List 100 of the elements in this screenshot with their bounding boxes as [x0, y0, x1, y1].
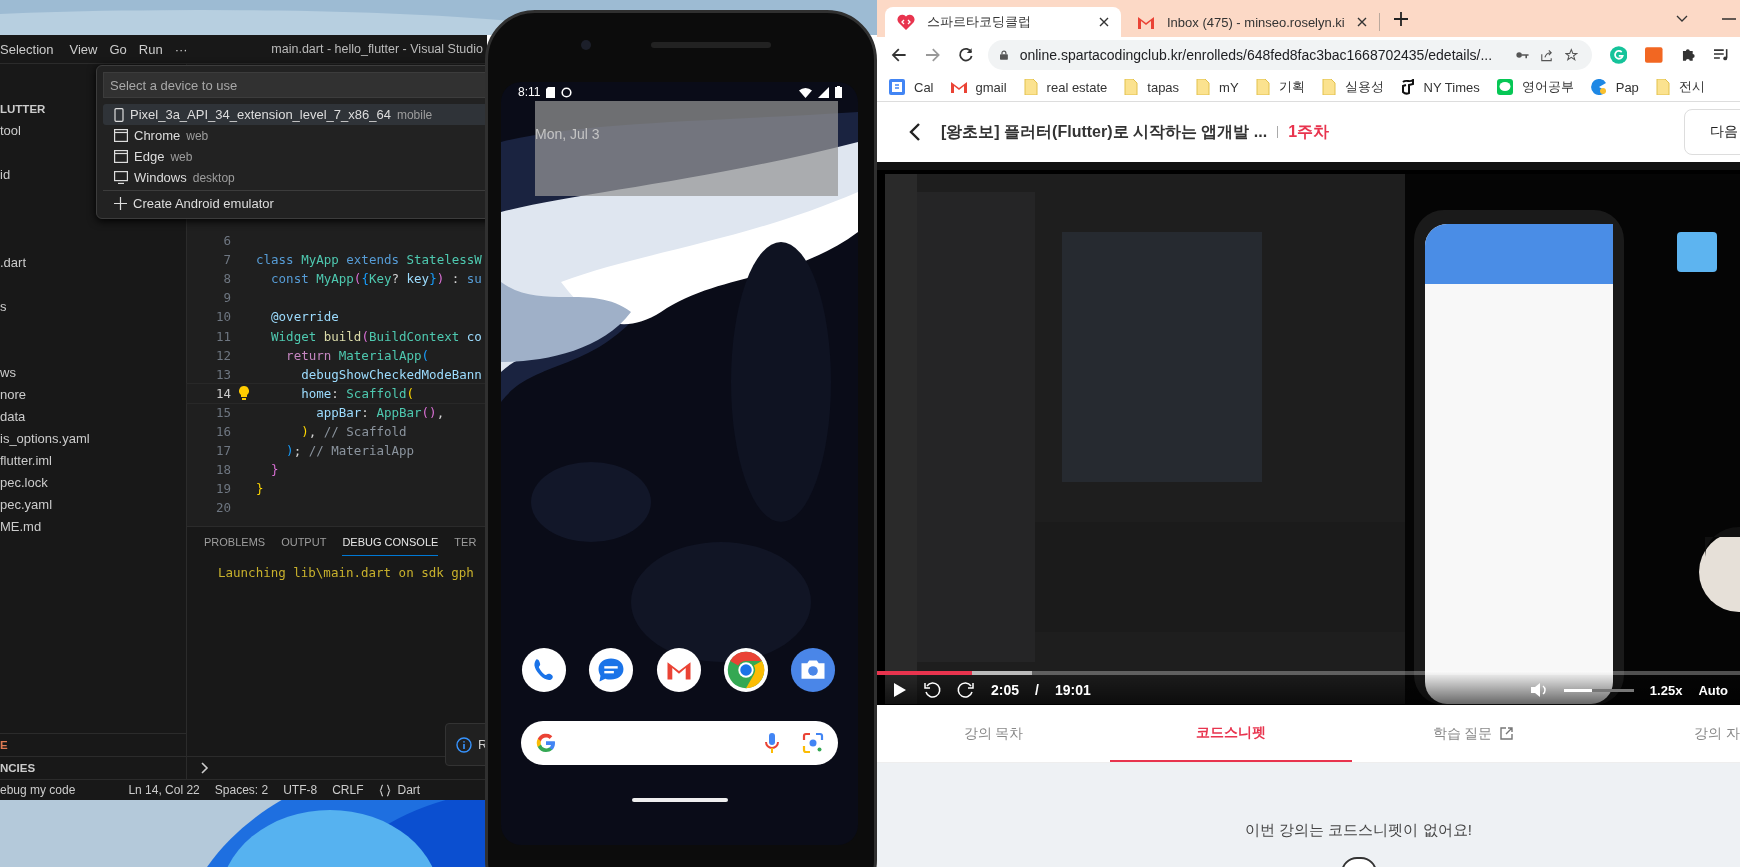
lecture-tab[interactable]: 강의 목차	[877, 705, 1110, 762]
phone-app-icon[interactable]	[521, 647, 567, 693]
bookmark[interactable]: tapas	[1124, 79, 1180, 95]
folder-header[interactable]: LUTTER	[0, 103, 46, 115]
device-option[interactable]: Pixel_3a_API_34_extension_level_7_x86_64 mobile	[103, 104, 487, 125]
close-icon[interactable]	[1099, 17, 1109, 27]
play-icon[interactable]	[893, 682, 907, 698]
back-chevron-icon[interactable]	[909, 122, 921, 142]
browser-tab[interactable]: Inbox (475) - minseo.roselyn.ki	[1125, 13, 1380, 31]
status-item[interactable]: ebug my code	[0, 783, 76, 797]
chevron-down-icon[interactable]	[1676, 14, 1688, 23]
camera-app-icon[interactable]	[790, 647, 836, 693]
bookmark[interactable]: 전시	[1655, 78, 1705, 96]
folder-icon	[1196, 79, 1211, 95]
panel-tab[interactable]: PROBLEMS	[204, 536, 266, 555]
status-item[interactable]: CRLF	[332, 783, 364, 797]
forward-icon[interactable]	[957, 681, 975, 699]
device-option[interactable]: Edge web	[103, 146, 487, 167]
menu-item[interactable]: Selection	[0, 41, 64, 57]
chat-icon	[1496, 79, 1513, 95]
window-title: main.dart - hello_flutter - Visual Studio	[271, 42, 484, 56]
panel-tab[interactable]: TER	[454, 536, 477, 555]
bookmark[interactable]: NY Times	[1400, 79, 1480, 95]
line-number: 15	[214, 404, 231, 420]
language-mode[interactable]: Dart	[397, 783, 421, 797]
device-option[interactable]: Create Android emulator	[103, 193, 487, 214]
status-item[interactable]: Ln 14, Col 22	[128, 783, 200, 797]
share-icon[interactable]	[1540, 47, 1554, 63]
menu-item[interactable]: Go	[103, 41, 133, 57]
phone-icon	[114, 107, 124, 122]
device-search-field[interactable]: Select a device to use	[103, 72, 487, 98]
new-tab-icon[interactable]	[1393, 11, 1408, 26]
star-icon[interactable]	[1565, 47, 1578, 63]
file-item[interactable]: pec.lock	[0, 475, 48, 490]
browser-icon	[114, 150, 128, 163]
menu-item[interactable]: ···	[168, 41, 194, 57]
next-button[interactable]: 다음	[1684, 109, 1740, 155]
lens-icon[interactable]	[802, 732, 824, 754]
lock-icon	[999, 49, 1008, 61]
key-icon[interactable]	[1516, 50, 1529, 60]
file-item[interactable]: s	[0, 299, 7, 314]
messages-app-icon[interactable]	[588, 647, 635, 693]
speed-button[interactable]: 1.25x	[1649, 682, 1683, 698]
minimize-icon[interactable]	[1722, 17, 1736, 20]
search-bar[interactable]	[521, 721, 838, 765]
mail-app-icon[interactable]	[655, 647, 702, 693]
line-number: 11	[214, 328, 231, 344]
bookmark[interactable]: real estate	[1023, 79, 1108, 95]
bookmark[interactable]: 기획	[1255, 78, 1305, 96]
section-header[interactable]: E	[0, 739, 8, 751]
file-item[interactable]: ME.md	[0, 519, 42, 534]
bookmark[interactable]: Pap	[1590, 79, 1639, 95]
lecture-tab[interactable]: 학습 질문	[1352, 705, 1594, 762]
bookmark[interactable]: 영어공부	[1496, 78, 1574, 96]
file-item[interactable]: ws	[0, 365, 16, 380]
file-item[interactable]: nore	[0, 387, 27, 402]
back-icon[interactable]	[891, 47, 907, 63]
bookmark[interactable]: gmail	[950, 79, 1007, 95]
panel-tab[interactable]: OUTPUT	[281, 536, 327, 555]
browser-app-icon[interactable]	[722, 647, 769, 693]
puzzle-icon[interactable]	[1680, 47, 1697, 63]
prompt-icon	[201, 762, 209, 774]
lecture-tab[interactable]: 강의 자	[1594, 705, 1740, 762]
lightbulb-icon[interactable]	[238, 386, 249, 401]
mail-icon	[1137, 15, 1155, 29]
section-header[interactable]: NCIES	[0, 762, 36, 774]
video-progress-track[interactable]	[877, 671, 1740, 675]
bookmark[interactable]: Cal	[889, 79, 934, 95]
status-item[interactable]: Spaces: 2	[214, 783, 269, 797]
browser-tab[interactable]: 스파르타코딩클럽	[885, 7, 1121, 37]
reload-icon[interactable]	[958, 47, 974, 63]
rewind-icon[interactable]	[923, 681, 941, 699]
file-item[interactable]: tool	[0, 123, 21, 138]
menu-item[interactable]: View	[63, 41, 104, 57]
microphone-icon[interactable]	[764, 732, 780, 754]
circle-icon	[561, 86, 573, 98]
file-item[interactable]: flutter.iml	[0, 453, 52, 468]
device-option[interactable]: Windows desktop	[103, 167, 487, 188]
volume-icon[interactable]	[1529, 682, 1548, 698]
week-label: 1주차	[1288, 121, 1330, 142]
code-line: ); // MaterialApp	[285, 443, 415, 459]
close-icon[interactable]	[1356, 17, 1367, 27]
file-item[interactable]: id	[0, 167, 11, 182]
bookmark[interactable]: mY	[1196, 79, 1239, 95]
menu-item[interactable]: Run	[132, 41, 169, 57]
status-item[interactable]: UTF-8	[283, 783, 318, 797]
device-option[interactable]: Chrome web	[103, 125, 487, 146]
file-item[interactable]: data	[0, 409, 26, 424]
file-item[interactable]: is_options.yaml	[0, 431, 90, 446]
code-line: debugShowCheckedModeBann	[300, 366, 482, 382]
volume-slider[interactable]	[1563, 688, 1634, 692]
quality-button[interactable]: Auto	[1698, 682, 1728, 698]
code-line: Widget build(BuildContext co	[270, 328, 482, 344]
panel-tab[interactable]: DEBUG CONSOLE	[342, 536, 439, 556]
line-number: 10	[214, 309, 231, 325]
bookmark[interactable]: 실용성	[1321, 78, 1384, 96]
file-item[interactable]: .dart	[0, 255, 26, 270]
file-item[interactable]: pec.yaml	[0, 497, 53, 512]
braces-icon	[378, 783, 391, 797]
address-bar[interactable]: online.spartacodingclub.kr/enrolleds/648fed8fac3bac1668702435/edetails/...	[987, 40, 1592, 70]
